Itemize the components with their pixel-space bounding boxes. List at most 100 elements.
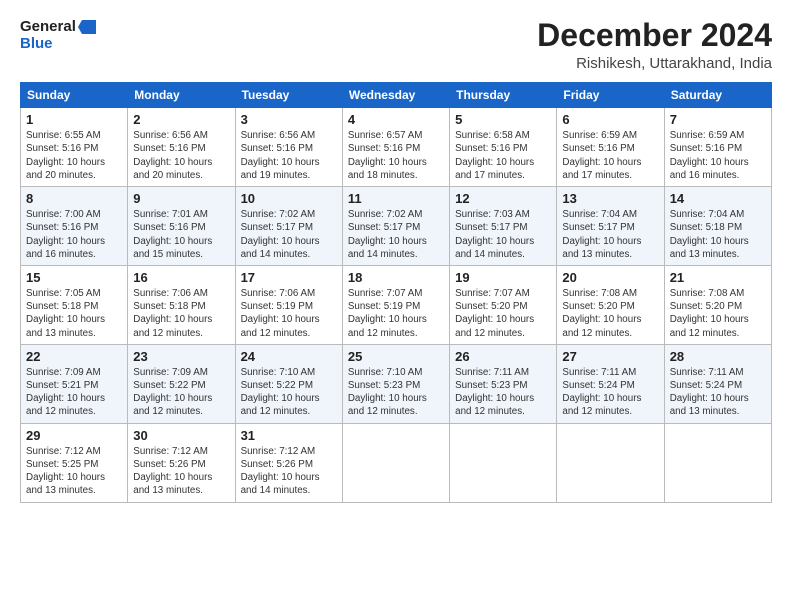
day-number: 2 bbox=[133, 112, 229, 127]
day-number: 30 bbox=[133, 428, 229, 443]
cell-content: Sunrise: 7:06 AMSunset: 5:18 PMDaylight:… bbox=[133, 287, 229, 340]
calendar-cell: 21 Sunrise: 7:08 AMSunset: 5:20 PMDaylig… bbox=[664, 265, 771, 344]
calendar-cell: 22 Sunrise: 7:09 AMSunset: 5:21 PMDaylig… bbox=[21, 344, 128, 423]
cell-content: Sunrise: 7:03 AMSunset: 5:17 PMDaylight:… bbox=[455, 208, 551, 261]
calendar-cell: 30 Sunrise: 7:12 AMSunset: 5:26 PMDaylig… bbox=[128, 423, 235, 502]
cell-content: Sunrise: 6:55 AMSunset: 5:16 PMDaylight:… bbox=[26, 129, 122, 182]
calendar-cell: 1 Sunrise: 6:55 AMSunset: 5:16 PMDayligh… bbox=[21, 108, 128, 187]
logo: General Blue bbox=[20, 18, 96, 53]
calendar-cell: 4 Sunrise: 6:57 AMSunset: 5:16 PMDayligh… bbox=[342, 108, 449, 187]
day-number: 8 bbox=[26, 191, 122, 206]
day-number: 16 bbox=[133, 270, 229, 285]
calendar-cell: 14 Sunrise: 7:04 AMSunset: 5:18 PMDaylig… bbox=[664, 187, 771, 266]
calendar-cell bbox=[450, 423, 557, 502]
page: General Blue December 2024 Rishikesh, Ut… bbox=[0, 0, 792, 612]
weekday-header-monday: Monday bbox=[128, 83, 235, 108]
cell-content: Sunrise: 7:10 AMSunset: 5:23 PMDaylight:… bbox=[348, 366, 444, 419]
day-number: 24 bbox=[241, 349, 337, 364]
day-number: 6 bbox=[562, 112, 658, 127]
day-number: 9 bbox=[133, 191, 229, 206]
cell-content: Sunrise: 6:56 AMSunset: 5:16 PMDaylight:… bbox=[133, 129, 229, 182]
cell-content: Sunrise: 7:01 AMSunset: 5:16 PMDaylight:… bbox=[133, 208, 229, 261]
day-number: 19 bbox=[455, 270, 551, 285]
day-number: 28 bbox=[670, 349, 766, 364]
title-block: December 2024 Rishikesh, Uttarakhand, In… bbox=[537, 18, 772, 72]
day-number: 25 bbox=[348, 349, 444, 364]
cell-content: Sunrise: 7:00 AMSunset: 5:16 PMDaylight:… bbox=[26, 208, 122, 261]
calendar-cell: 9 Sunrise: 7:01 AMSunset: 5:16 PMDayligh… bbox=[128, 187, 235, 266]
cell-content: Sunrise: 7:09 AMSunset: 5:22 PMDaylight:… bbox=[133, 366, 229, 419]
calendar-cell: 28 Sunrise: 7:11 AMSunset: 5:24 PMDaylig… bbox=[664, 344, 771, 423]
calendar-cell: 5 Sunrise: 6:58 AMSunset: 5:16 PMDayligh… bbox=[450, 108, 557, 187]
calendar-cell: 13 Sunrise: 7:04 AMSunset: 5:17 PMDaylig… bbox=[557, 187, 664, 266]
weekday-header-thursday: Thursday bbox=[450, 83, 557, 108]
calendar-cell bbox=[342, 423, 449, 502]
cell-content: Sunrise: 7:09 AMSunset: 5:21 PMDaylight:… bbox=[26, 366, 122, 419]
day-number: 20 bbox=[562, 270, 658, 285]
weekday-header-wednesday: Wednesday bbox=[342, 83, 449, 108]
calendar-cell: 17 Sunrise: 7:06 AMSunset: 5:19 PMDaylig… bbox=[235, 265, 342, 344]
calendar-cell: 6 Sunrise: 6:59 AMSunset: 5:16 PMDayligh… bbox=[557, 108, 664, 187]
day-number: 26 bbox=[455, 349, 551, 364]
calendar-cell: 26 Sunrise: 7:11 AMSunset: 5:23 PMDaylig… bbox=[450, 344, 557, 423]
calendar-cell: 31 Sunrise: 7:12 AMSunset: 5:26 PMDaylig… bbox=[235, 423, 342, 502]
day-number: 3 bbox=[241, 112, 337, 127]
calendar-cell: 16 Sunrise: 7:06 AMSunset: 5:18 PMDaylig… bbox=[128, 265, 235, 344]
cell-content: Sunrise: 6:57 AMSunset: 5:16 PMDaylight:… bbox=[348, 129, 444, 182]
calendar-cell bbox=[664, 423, 771, 502]
calendar-cell bbox=[557, 423, 664, 502]
calendar-cell: 23 Sunrise: 7:09 AMSunset: 5:22 PMDaylig… bbox=[128, 344, 235, 423]
day-number: 14 bbox=[670, 191, 766, 206]
cell-content: Sunrise: 7:04 AMSunset: 5:17 PMDaylight:… bbox=[562, 208, 658, 261]
calendar-cell: 7 Sunrise: 6:59 AMSunset: 5:16 PMDayligh… bbox=[664, 108, 771, 187]
weekday-header-friday: Friday bbox=[557, 83, 664, 108]
day-number: 1 bbox=[26, 112, 122, 127]
calendar-cell: 10 Sunrise: 7:02 AMSunset: 5:17 PMDaylig… bbox=[235, 187, 342, 266]
cell-content: Sunrise: 7:02 AMSunset: 5:17 PMDaylight:… bbox=[241, 208, 337, 261]
cell-content: Sunrise: 7:04 AMSunset: 5:18 PMDaylight:… bbox=[670, 208, 766, 261]
weekday-header-sunday: Sunday bbox=[21, 83, 128, 108]
day-number: 11 bbox=[348, 191, 444, 206]
cell-content: Sunrise: 7:05 AMSunset: 5:18 PMDaylight:… bbox=[26, 287, 122, 340]
cell-content: Sunrise: 7:11 AMSunset: 5:24 PMDaylight:… bbox=[670, 366, 766, 419]
calendar-cell: 8 Sunrise: 7:00 AMSunset: 5:16 PMDayligh… bbox=[21, 187, 128, 266]
day-number: 22 bbox=[26, 349, 122, 364]
header: General Blue December 2024 Rishikesh, Ut… bbox=[20, 18, 772, 72]
calendar-cell: 19 Sunrise: 7:07 AMSunset: 5:20 PMDaylig… bbox=[450, 265, 557, 344]
cell-content: Sunrise: 7:08 AMSunset: 5:20 PMDaylight:… bbox=[670, 287, 766, 340]
day-number: 21 bbox=[670, 270, 766, 285]
calendar-cell: 3 Sunrise: 6:56 AMSunset: 5:16 PMDayligh… bbox=[235, 108, 342, 187]
day-number: 18 bbox=[348, 270, 444, 285]
day-number: 17 bbox=[241, 270, 337, 285]
weekday-header-saturday: Saturday bbox=[664, 83, 771, 108]
weekday-header-tuesday: Tuesday bbox=[235, 83, 342, 108]
cell-content: Sunrise: 7:11 AMSunset: 5:23 PMDaylight:… bbox=[455, 366, 551, 419]
calendar-cell: 27 Sunrise: 7:11 AMSunset: 5:24 PMDaylig… bbox=[557, 344, 664, 423]
cell-content: Sunrise: 7:08 AMSunset: 5:20 PMDaylight:… bbox=[562, 287, 658, 340]
calendar-cell: 18 Sunrise: 7:07 AMSunset: 5:19 PMDaylig… bbox=[342, 265, 449, 344]
calendar-cell: 12 Sunrise: 7:03 AMSunset: 5:17 PMDaylig… bbox=[450, 187, 557, 266]
cell-content: Sunrise: 7:11 AMSunset: 5:24 PMDaylight:… bbox=[562, 366, 658, 419]
calendar-cell: 20 Sunrise: 7:08 AMSunset: 5:20 PMDaylig… bbox=[557, 265, 664, 344]
cell-content: Sunrise: 7:12 AMSunset: 5:26 PMDaylight:… bbox=[133, 445, 229, 498]
cell-content: Sunrise: 7:12 AMSunset: 5:25 PMDaylight:… bbox=[26, 445, 122, 498]
cell-content: Sunrise: 6:59 AMSunset: 5:16 PMDaylight:… bbox=[562, 129, 658, 182]
logo-general-text: General bbox=[20, 18, 76, 35]
day-number: 10 bbox=[241, 191, 337, 206]
calendar-cell: 29 Sunrise: 7:12 AMSunset: 5:25 PMDaylig… bbox=[21, 423, 128, 502]
location-title: Rishikesh, Uttarakhand, India bbox=[537, 55, 772, 72]
day-number: 29 bbox=[26, 428, 122, 443]
day-number: 4 bbox=[348, 112, 444, 127]
day-number: 15 bbox=[26, 270, 122, 285]
day-number: 12 bbox=[455, 191, 551, 206]
day-number: 27 bbox=[562, 349, 658, 364]
calendar-cell: 15 Sunrise: 7:05 AMSunset: 5:18 PMDaylig… bbox=[21, 265, 128, 344]
cell-content: Sunrise: 6:59 AMSunset: 5:16 PMDaylight:… bbox=[670, 129, 766, 182]
cell-content: Sunrise: 6:58 AMSunset: 5:16 PMDaylight:… bbox=[455, 129, 551, 182]
cell-content: Sunrise: 6:56 AMSunset: 5:16 PMDaylight:… bbox=[241, 129, 337, 182]
day-number: 31 bbox=[241, 428, 337, 443]
day-number: 5 bbox=[455, 112, 551, 127]
calendar-cell: 11 Sunrise: 7:02 AMSunset: 5:17 PMDaylig… bbox=[342, 187, 449, 266]
cell-content: Sunrise: 7:07 AMSunset: 5:19 PMDaylight:… bbox=[348, 287, 444, 340]
cell-content: Sunrise: 7:10 AMSunset: 5:22 PMDaylight:… bbox=[241, 366, 337, 419]
